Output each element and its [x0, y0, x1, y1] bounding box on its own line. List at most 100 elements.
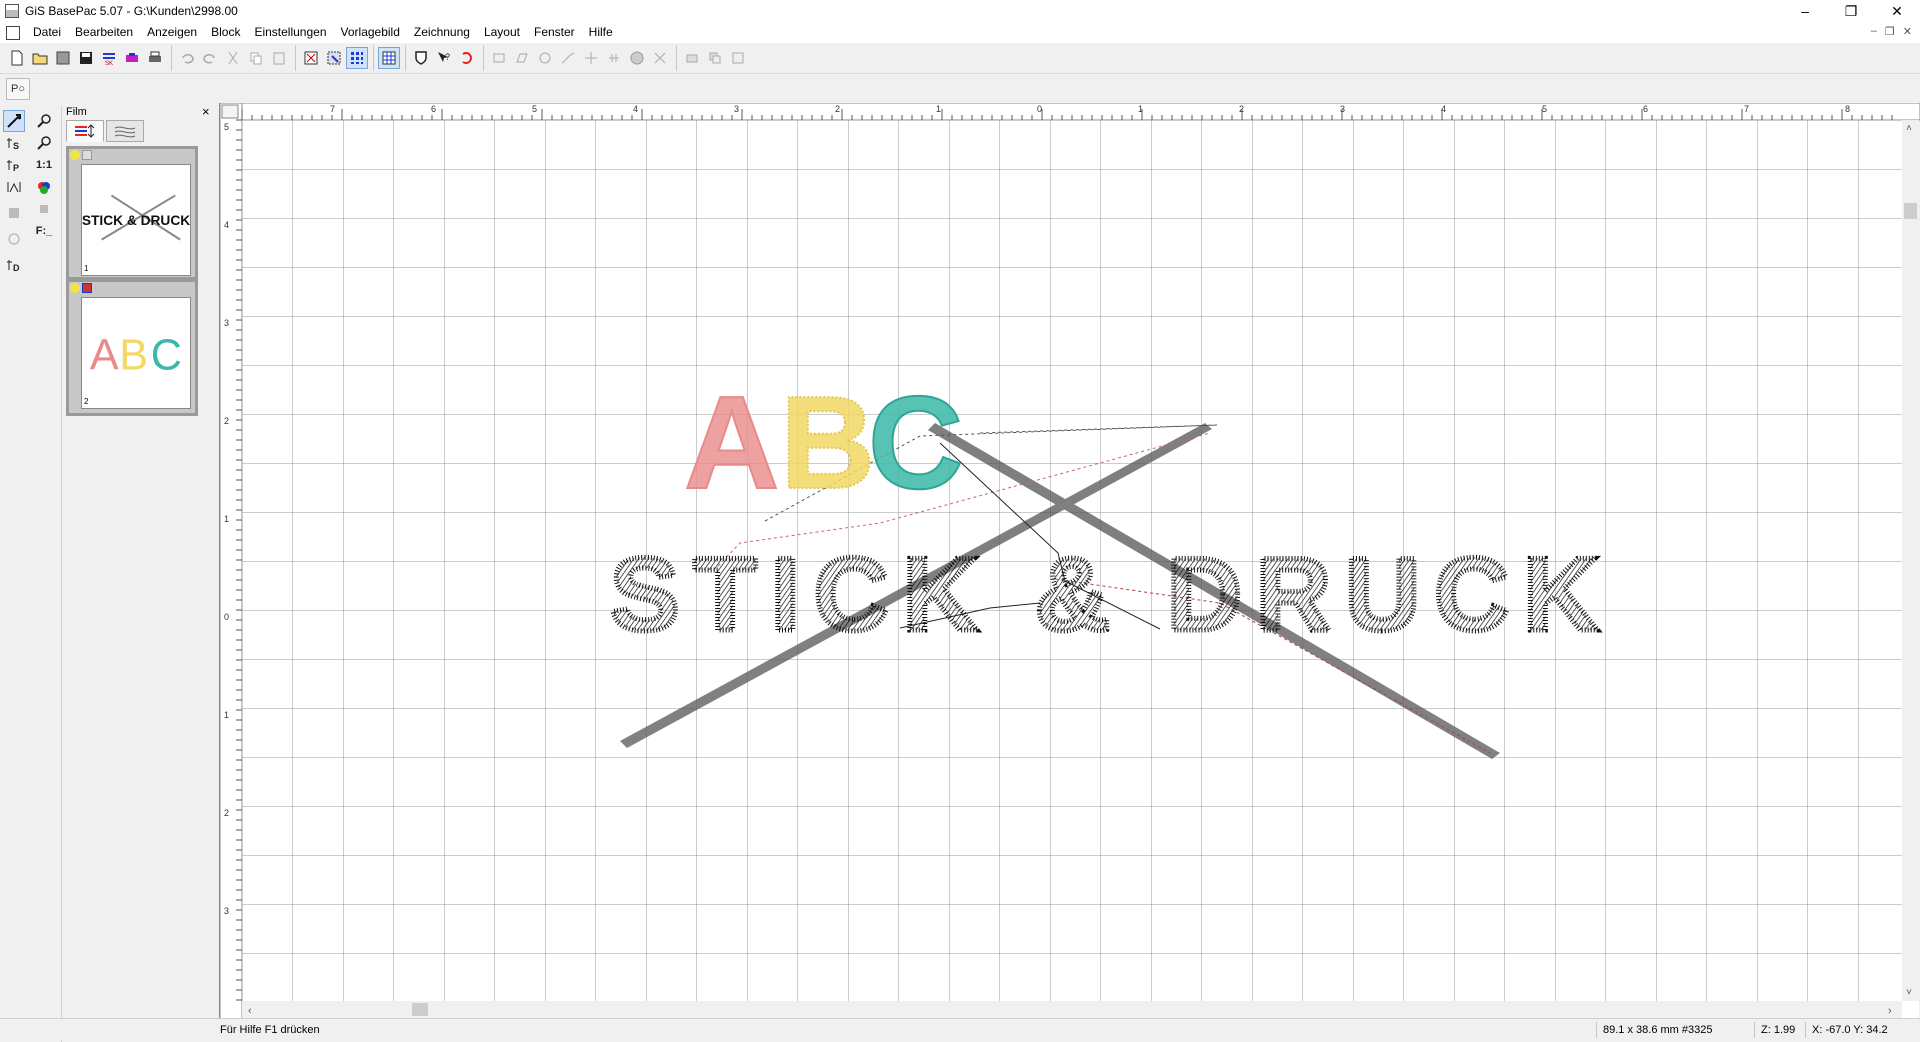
select-arrow-icon[interactable] [3, 110, 25, 132]
save-gray-icon[interactable] [52, 47, 74, 69]
status-size: 89.1 x 38.6 mm #3325 [1596, 1022, 1712, 1038]
transform-6-icon[interactable] [603, 47, 625, 69]
menu-bearbeiten[interactable]: Bearbeiten [68, 22, 140, 43]
open-folder-icon[interactable] [29, 47, 51, 69]
grid-red-icon[interactable] [300, 47, 322, 69]
tool-a-icon[interactable] [681, 47, 703, 69]
mdi-restore-button[interactable]: ❐ [1885, 25, 1895, 38]
transform-3-icon[interactable] [534, 47, 556, 69]
scroll-right-icon[interactable]: › [1888, 1005, 1892, 1017]
top-ruler-label: 7 [1744, 104, 1749, 114]
document-icon[interactable] [6, 25, 20, 40]
zoom-out-icon[interactable] [33, 132, 55, 154]
top-ruler-label: 4 [633, 104, 638, 114]
top-ruler-label: 6 [1643, 104, 1648, 114]
transform-4-icon[interactable] [557, 47, 579, 69]
top-ruler-label: 0 [1037, 104, 1042, 114]
color-swatch-icon[interactable] [82, 283, 92, 293]
grid-toggle-icon[interactable] [378, 47, 400, 69]
globe-icon[interactable] [626, 47, 648, 69]
close-button[interactable]: ✕ [1874, 0, 1920, 22]
menu-einstellungen[interactable]: Einstellungen [247, 22, 333, 43]
stitch-tool-icon[interactable]: S [3, 132, 25, 154]
print-icon[interactable] [144, 47, 166, 69]
left-tool-palette: S P 1:1 F:_ D [0, 106, 62, 1042]
film-tab-colors[interactable] [66, 120, 104, 142]
paste-icon[interactable] [268, 47, 290, 69]
main-toolbar: SK ? [0, 43, 1920, 74]
film-thumb-1[interactable]: STICK & DRUCK 1 [66, 146, 198, 280]
vertical-scroll-thumb[interactable] [1904, 203, 1917, 219]
stitch-layers-icon [114, 126, 136, 138]
design-canvas[interactable]: 7 6 5 4 3 2 1 0 1 2 3 4 5 6 7 8 5 4 3 2 1 0 1 2 3 A B C STICK &… [219, 102, 1920, 1026]
mirror-tool-icon[interactable] [3, 176, 25, 198]
design-tool-icon[interactable]: D [3, 254, 25, 276]
horizontal-scrollbar[interactable] [242, 1001, 1902, 1018]
top-ruler-label: 7 [330, 104, 335, 114]
stick-druck-stitches: STICK & DRUCK [610, 537, 1612, 653]
mdi-close-button[interactable]: ✕ [1903, 25, 1912, 38]
transform-1-icon[interactable] [488, 47, 510, 69]
vertical-scrollbar[interactable] [1902, 120, 1919, 1001]
disabled-tool-1-icon[interactable] [3, 202, 25, 224]
one-to-one-button[interactable]: 1:1 [33, 154, 55, 176]
top-ruler-label: 2 [835, 104, 840, 114]
film-tab-stitches[interactable] [106, 120, 144, 142]
top-ruler-label: 1 [936, 104, 941, 114]
restore-button[interactable]: ❐ [1828, 0, 1874, 22]
svg-text:D: D [13, 263, 20, 273]
select-grid-icon[interactable] [323, 47, 345, 69]
menu-anzeigen[interactable]: Anzeigen [140, 22, 204, 43]
machine-icon[interactable] [121, 47, 143, 69]
scroll-down-icon[interactable]: ˅ [1906, 987, 1912, 998]
scroll-up-icon[interactable]: ˄ [1906, 123, 1912, 134]
menu-block[interactable]: Block [204, 22, 247, 43]
tool-b-icon[interactable] [704, 47, 726, 69]
scroll-left-icon[interactable]: ‹ [248, 1005, 252, 1017]
film-panel-close-button[interactable]: × [202, 104, 210, 119]
horizontal-scroll-thumb[interactable] [412, 1003, 428, 1016]
disabled-tool-3-icon[interactable] [3, 228, 25, 250]
pointer-mode-button[interactable]: P○ [6, 78, 30, 100]
dots-grid-icon[interactable] [346, 47, 368, 69]
disabled-tool-2-icon[interactable] [33, 198, 55, 220]
redo-icon[interactable] [199, 47, 221, 69]
visible-bulb-icon[interactable] [70, 283, 80, 293]
save-icon[interactable] [75, 47, 97, 69]
minimize-button[interactable]: – [1782, 0, 1828, 22]
menu-fenster[interactable]: Fenster [527, 22, 582, 43]
zoom-in-icon[interactable] [33, 110, 55, 132]
ruler-corner-button[interactable] [221, 104, 239, 119]
colors-icon[interactable] [33, 176, 55, 198]
menu-zeichnung[interactable]: Zeichnung [407, 22, 477, 43]
svg-text:?: ? [445, 52, 450, 62]
new-file-icon[interactable] [6, 47, 28, 69]
left-ruler-label: 3 [224, 906, 229, 916]
cut-icon[interactable] [222, 47, 244, 69]
menu-hilfe[interactable]: Hilfe [582, 22, 620, 43]
lock-icon[interactable] [82, 150, 92, 160]
mdi-minimize-button[interactable]: – [1871, 25, 1877, 38]
font-tool-button[interactable]: F:_ [33, 220, 55, 242]
transform-8-icon[interactable] [649, 47, 671, 69]
menu-vorlagebild[interactable]: Vorlagebild [334, 22, 407, 43]
visible-bulb-icon[interactable] [70, 150, 80, 160]
point-tool-icon[interactable]: P [3, 154, 25, 176]
shield-icon[interactable] [410, 47, 432, 69]
tool-c-icon[interactable] [727, 47, 749, 69]
refresh-icon[interactable] [456, 47, 478, 69]
copy-icon[interactable] [245, 47, 267, 69]
film-thumb-2[interactable]: A B C 2 [66, 279, 198, 416]
undo-icon[interactable] [176, 47, 198, 69]
menu-layout[interactable]: Layout [477, 22, 527, 43]
stitch-export-icon[interactable]: SK [98, 47, 120, 69]
left-ruler-label: 5 [224, 122, 229, 132]
status-help-text: Für Hilfe F1 drücken [220, 1024, 320, 1036]
svg-text:P: P [13, 163, 19, 173]
menu-datei[interactable]: Datei [26, 22, 68, 43]
transform-2-icon[interactable] [511, 47, 533, 69]
context-help-icon[interactable]: ? [433, 47, 455, 69]
color-order-icon [75, 124, 95, 138]
transform-5-icon[interactable] [580, 47, 602, 69]
top-ruler-label: 5 [1542, 104, 1547, 114]
